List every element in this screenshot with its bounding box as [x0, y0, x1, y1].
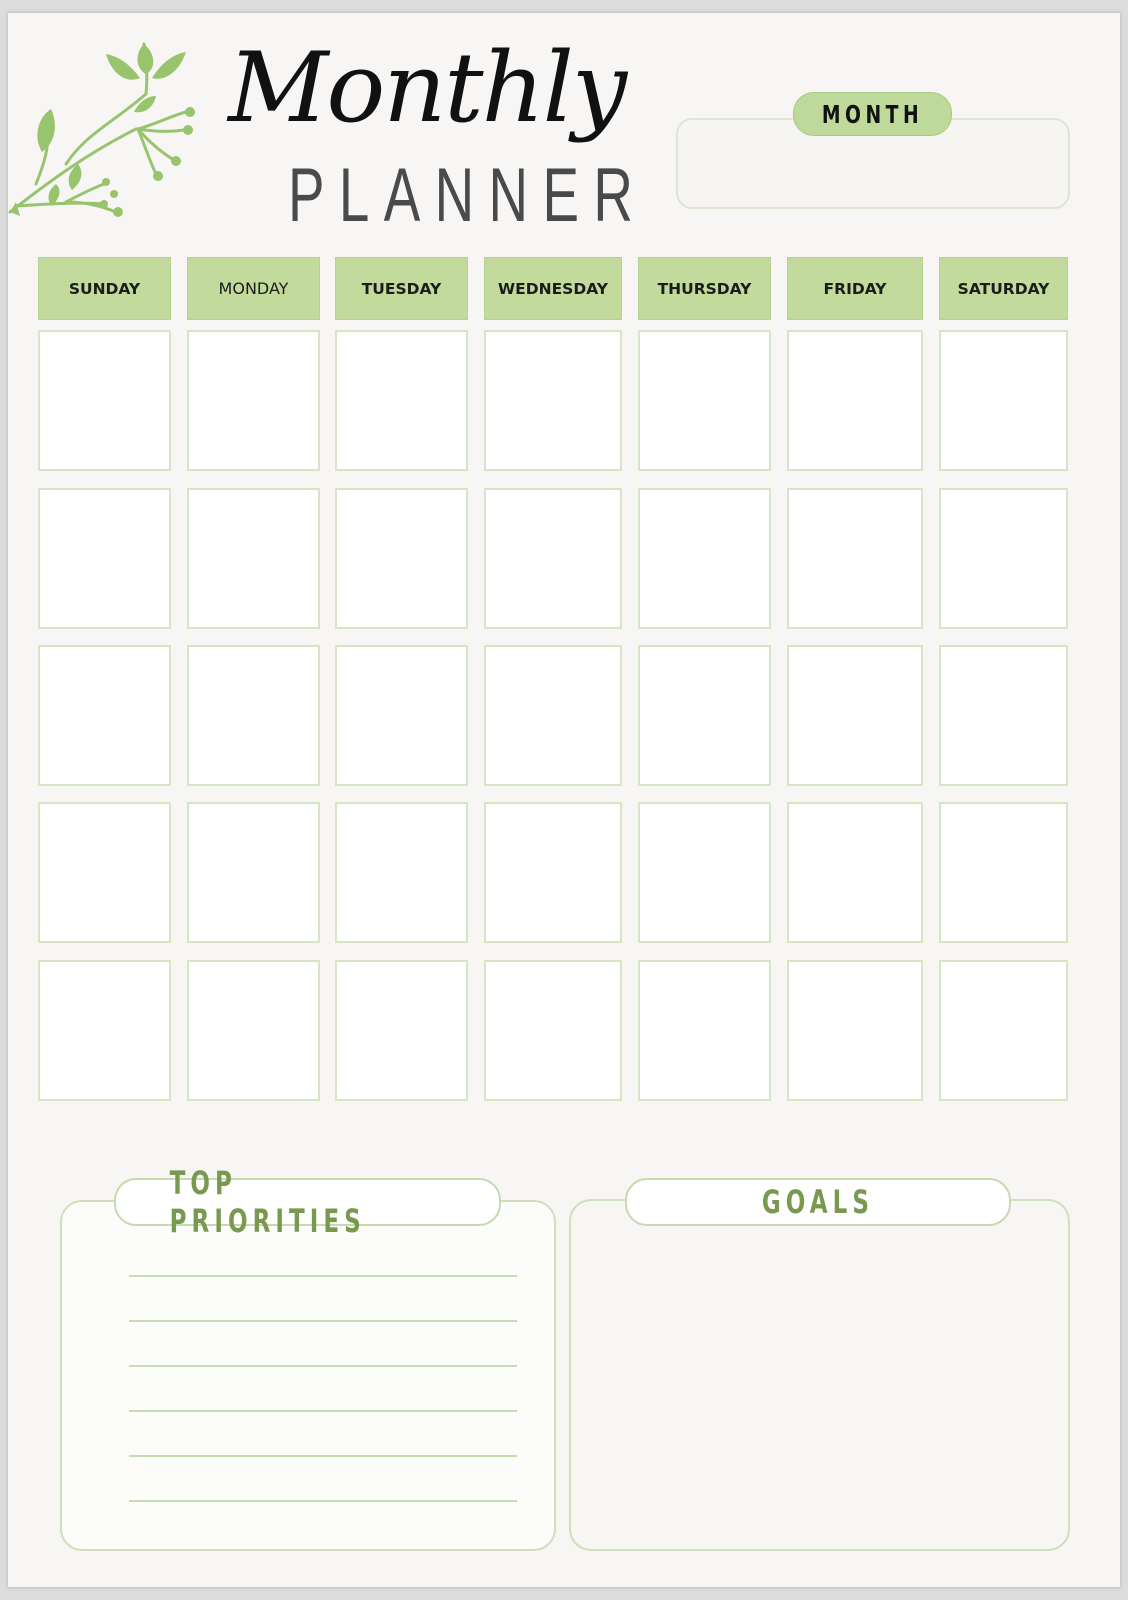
calendar-cell[interactable] — [787, 960, 923, 1101]
calendar-cell[interactable] — [787, 802, 923, 943]
day-header-thursday: THURSDAY — [638, 257, 771, 320]
day-header-friday: FRIDAY — [787, 257, 923, 320]
priority-line[interactable] — [129, 1410, 517, 1412]
calendar-cell[interactable] — [38, 802, 171, 943]
title-planner: PLANNER — [288, 153, 648, 238]
calendar-cell[interactable] — [939, 645, 1068, 786]
floral-branch-icon — [8, 42, 195, 217]
calendar-cell[interactable] — [484, 330, 622, 471]
calendar-cell[interactable] — [38, 488, 171, 629]
calendar-cell[interactable] — [638, 330, 771, 471]
month-label-text: MONTH — [821, 99, 924, 129]
goals-title: GOALS — [625, 1178, 1011, 1226]
priority-line[interactable] — [129, 1320, 517, 1322]
month-label: MONTH — [793, 92, 952, 136]
calendar-cell[interactable] — [335, 488, 468, 629]
priority-line[interactable] — [129, 1455, 517, 1457]
calendar-cell[interactable] — [638, 488, 771, 629]
priority-line[interactable] — [129, 1365, 517, 1367]
priorities-panel — [60, 1200, 556, 1551]
calendar-cell[interactable] — [638, 960, 771, 1101]
calendar-cell[interactable] — [335, 960, 468, 1101]
calendar-cell[interactable] — [38, 645, 171, 786]
priorities-title: TOP PRIORITIES — [114, 1164, 501, 1240]
day-header-wednesday: WEDNESDAY — [484, 257, 622, 320]
priority-line[interactable] — [129, 1275, 517, 1277]
calendar-cell[interactable] — [787, 330, 923, 471]
calendar-cell[interactable] — [38, 960, 171, 1101]
calendar-cell[interactable] — [787, 488, 923, 629]
calendar-cell[interactable] — [335, 645, 468, 786]
calendar-cell[interactable] — [335, 330, 468, 471]
calendar-cell[interactable] — [939, 960, 1068, 1101]
calendar-cell[interactable] — [187, 645, 320, 786]
calendar-cell[interactable] — [484, 960, 622, 1101]
calendar-cell[interactable] — [484, 802, 622, 943]
day-header-saturday: SATURDAY — [939, 257, 1068, 320]
calendar-cell[interactable] — [939, 802, 1068, 943]
title-script: Monthly — [228, 32, 627, 144]
calendar-cell[interactable] — [187, 330, 320, 471]
goals-panel[interactable] — [569, 1199, 1070, 1551]
goals-title-text: GOALS — [761, 1183, 875, 1221]
calendar-cell[interactable] — [638, 802, 771, 943]
day-header-monday: MONDAY — [187, 257, 320, 320]
calendar-cell[interactable] — [38, 330, 171, 471]
day-header-tuesday: TUESDAY — [335, 257, 468, 320]
calendar-cell[interactable] — [787, 645, 923, 786]
calendar-cell[interactable] — [638, 645, 771, 786]
calendar-cell[interactable] — [484, 645, 622, 786]
calendar-cell[interactable] — [939, 330, 1068, 471]
calendar-cell[interactable] — [484, 488, 622, 629]
day-header-sunday: SUNDAY — [38, 257, 171, 320]
calendar-cell[interactable] — [187, 802, 320, 943]
priority-line[interactable] — [129, 1500, 517, 1502]
calendar-cell[interactable] — [187, 488, 320, 629]
calendar-cell[interactable] — [939, 488, 1068, 629]
calendar-cell[interactable] — [187, 960, 320, 1101]
calendar-cell[interactable] — [335, 802, 468, 943]
priorities-title-text: TOP PRIORITIES — [169, 1164, 366, 1240]
